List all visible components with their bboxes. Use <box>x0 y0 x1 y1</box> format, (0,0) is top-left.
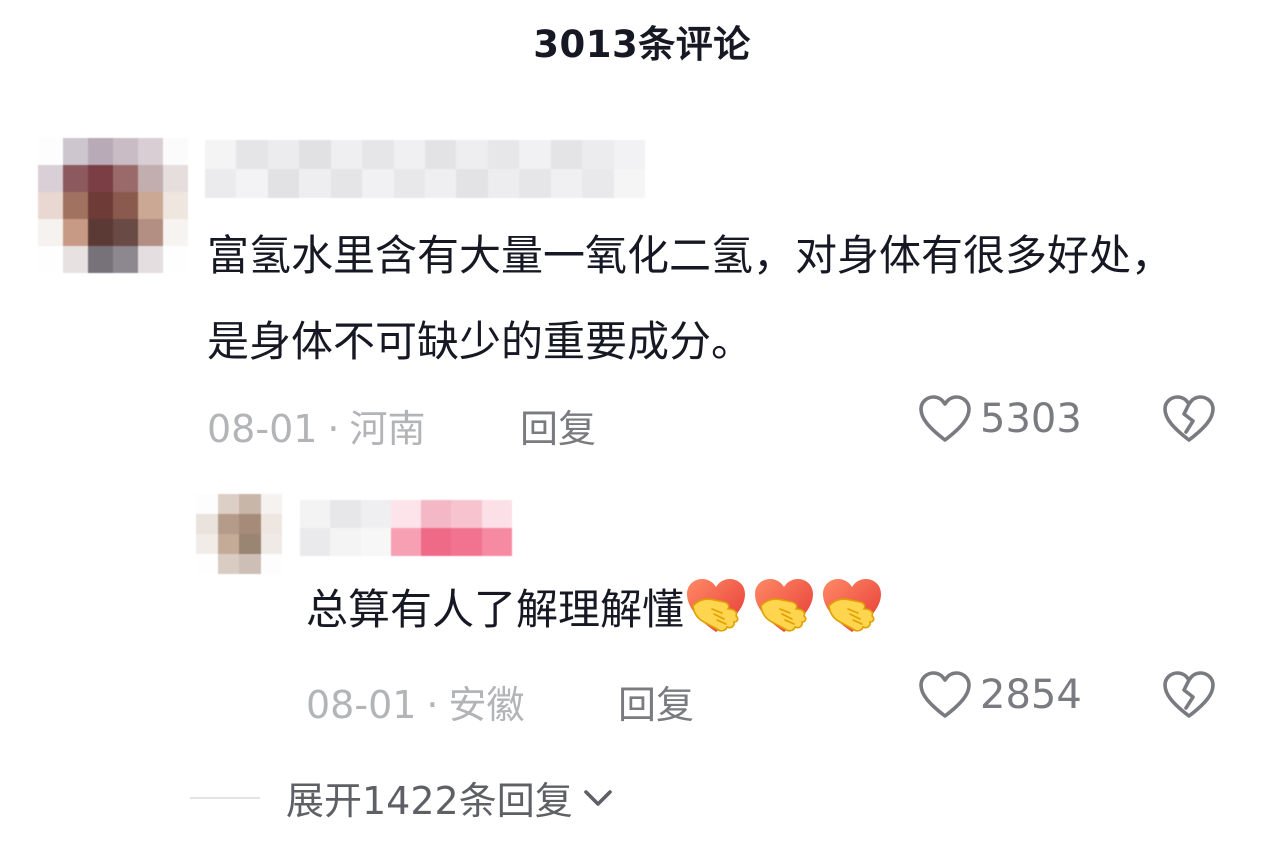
reply-region: 安徽 <box>448 683 525 727</box>
heart-outline-icon <box>919 395 971 442</box>
meta-separator: · <box>426 683 439 727</box>
handshake-heart-emoji <box>823 579 882 632</box>
broken-heart-icon <box>1163 395 1215 442</box>
heart-outline-icon <box>919 671 971 718</box>
reply-like-button[interactable]: 2854 <box>918 670 1082 720</box>
like-count: 5303 <box>980 396 1082 442</box>
comment-meta: 08-01 · 河南 <box>207 398 426 453</box>
replier-username[interactable] <box>300 500 512 556</box>
expand-divider <box>190 796 260 799</box>
dislike-button[interactable] <box>1162 394 1216 448</box>
comment-text: 富氢水里含有大量一氧化二氢，对身体有很多好处，是身体不可缺少的重要成分。 <box>207 231 1174 366</box>
comment-region: 河南 <box>349 407 426 451</box>
commenter-username[interactable] <box>205 140 645 198</box>
meta-separator: · <box>327 407 340 451</box>
emoji-group <box>684 579 888 634</box>
handshake-heart-emoji <box>755 579 814 632</box>
reply-text-content: 总算有人了解理解懂 <box>306 585 685 634</box>
comments-count-title: 3013条评论 <box>533 23 751 66</box>
like-button[interactable]: 5303 <box>918 394 1082 444</box>
replier-avatar[interactable] <box>196 494 282 574</box>
comments-panel: 3013条评论 富氢水里含有大量一氧化二氢，对身体有很多好处，是身体不可缺少的重… <box>0 0 1284 849</box>
reply-text: 总算有人了解理解懂 <box>306 575 1206 645</box>
chevron-down-icon <box>583 789 612 806</box>
reply-dislike-button[interactable] <box>1162 670 1216 724</box>
reply-to-reply-button[interactable]: 回复 <box>618 674 694 729</box>
commenter-avatar[interactable] <box>38 138 188 273</box>
broken-heart-icon <box>1163 671 1215 718</box>
reply-meta: 08-01 · 安徽 <box>306 674 525 729</box>
reply-date: 08-01 <box>306 683 417 727</box>
handshake-heart-emoji <box>687 579 746 632</box>
reply-like-count: 2854 <box>980 672 1082 718</box>
comment-date: 08-01 <box>207 407 318 451</box>
expand-replies-label: 展开1422条回复 <box>286 779 573 823</box>
expand-replies-button[interactable]: 展开1422条回复 <box>190 770 615 825</box>
reply-button[interactable]: 回复 <box>520 398 596 453</box>
